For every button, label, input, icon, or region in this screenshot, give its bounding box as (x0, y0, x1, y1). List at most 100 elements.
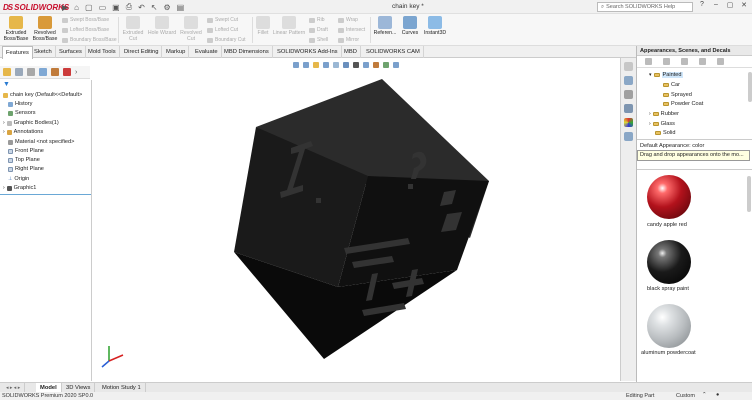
curves-button[interactable]: Curves (400, 16, 420, 36)
swept-boss-button[interactable]: Swept Boss/Base (62, 17, 109, 23)
print-icon[interactable]: ⎙ (126, 2, 132, 12)
linear-pattern-button[interactable]: Linear Pattern (272, 16, 306, 36)
tree-folder-powder-coat[interactable]: Powder Coat (663, 101, 703, 107)
tree-item-origin[interactable]: ⊥ Origin (8, 176, 29, 182)
tree-folder-rubber[interactable]: › Rubber (649, 111, 679, 117)
forward-icon[interactable] (663, 58, 670, 65)
boundary-cut-button[interactable]: Boundary Cut (207, 37, 246, 43)
revolved-cut-button[interactable]: Revolved Cut (179, 16, 203, 42)
extruded-cut-button[interactable]: Extruded Cut (121, 16, 145, 42)
tree-root-part[interactable]: chain key (Default<<Default> (3, 92, 82, 98)
tree-item-history[interactable]: History (8, 101, 32, 107)
tree-folder-solid[interactable]: Solid (655, 130, 675, 136)
help-icon[interactable]: ? (697, 1, 707, 12)
design-library-icon[interactable] (624, 76, 633, 85)
dynamic-annotation-icon[interactable] (333, 61, 339, 68)
wrap-button[interactable]: Wrap (338, 17, 358, 23)
tab-surfaces[interactable]: Surfaces (56, 46, 86, 58)
back-icon[interactable] (645, 58, 652, 65)
tab-mbd-dimensions[interactable]: MBD Dimensions (221, 46, 273, 58)
mirror-button[interactable]: Mirror (338, 37, 359, 43)
cam-manager-icon[interactable] (63, 68, 71, 76)
tab-direct-editing[interactable]: Direct Editing (121, 46, 163, 58)
select-icon[interactable]: ↖ (151, 3, 158, 12)
configuration-manager-icon[interactable] (27, 68, 35, 76)
property-manager-icon[interactable] (15, 68, 23, 76)
rebuild-status-icon[interactable]: ● (716, 392, 719, 398)
save-icon[interactable]: ▣ (112, 3, 120, 12)
tree-item-front-plane[interactable]: Front Plane (8, 148, 44, 154)
intersect-button[interactable]: Intersect (338, 27, 365, 33)
zoom-to-area-icon[interactable] (303, 61, 309, 68)
rebuild-icon[interactable]: ⚙ (164, 3, 171, 12)
panel-divider[interactable] (637, 139, 752, 140)
dimxpert-icon[interactable] (39, 68, 47, 76)
home-icon[interactable]: ⌂ (74, 3, 79, 12)
expand-arrow-icon[interactable]: › (3, 185, 5, 191)
apply-scene-icon[interactable] (383, 61, 389, 68)
view-orientation-icon[interactable] (343, 61, 349, 68)
file-explorer-icon[interactable] (624, 90, 633, 99)
zoom-to-fit-icon[interactable] (293, 61, 299, 68)
chevron-up-icon[interactable]: ⌃ (702, 392, 707, 398)
display-style-icon[interactable] (353, 61, 359, 68)
hide-show-items-icon[interactable] (363, 61, 369, 68)
undo-icon[interactable]: ↶ (138, 3, 145, 12)
tab-solidworks-cam[interactable]: SOLIDWORKS CAM (363, 46, 424, 58)
swept-cut-button[interactable]: Swept Cut (207, 17, 238, 23)
tree-item-top-plane[interactable]: Top Plane (8, 157, 40, 163)
black-spray-paint-swatch[interactable] (647, 240, 691, 284)
maximize-button[interactable]: ▢ (725, 1, 735, 12)
custom-properties-icon[interactable] (624, 132, 633, 141)
tree-item-annotations[interactable]: › Annotations (3, 129, 43, 135)
tab-markup[interactable]: Markup (163, 46, 190, 58)
tab-evaluate[interactable]: Evaluate (192, 46, 222, 58)
tree-folder-glass[interactable]: › Glass (649, 121, 675, 127)
tree-folder-painted[interactable]: ▾ Painted (649, 72, 683, 78)
tree-item-sensors[interactable]: Sensors (8, 110, 36, 116)
display-manager-icon[interactable] (51, 68, 59, 76)
lofted-cut-button[interactable]: Lofted Cut (207, 27, 238, 33)
collapse-arrow-icon[interactable]: ▾ (649, 72, 652, 78)
resources-icon[interactable] (624, 62, 633, 71)
aluminum-powdercoat-swatch[interactable] (647, 304, 691, 348)
options-icon[interactable]: ▤ (177, 3, 185, 12)
hole-wizard-button[interactable]: Hole Wizard (147, 16, 177, 36)
add-to-favorites-icon[interactable] (699, 58, 706, 65)
tab-solidworks-add-ins[interactable]: SOLIDWORKS Add-Ins (274, 46, 342, 58)
tree-folder-sprayed[interactable]: Sprayed (663, 92, 692, 98)
units-selector[interactable]: Custom (676, 393, 695, 399)
shell-button[interactable]: Shell (309, 37, 328, 43)
edit-appearance-icon[interactable] (373, 61, 379, 68)
boundary-boss-button[interactable]: Boundary Boss/Base (62, 37, 117, 43)
tree-item-material[interactable]: Material <not specified> (8, 139, 74, 145)
fillet-button[interactable]: Fillet (255, 16, 271, 36)
swatch-scrollbar[interactable] (747, 176, 751, 212)
extruded-boss-button[interactable]: Extruded Boss/Base (2, 16, 30, 42)
new-document-icon[interactable]: ▢ (85, 3, 93, 12)
view-palette-icon[interactable] (624, 104, 633, 113)
expand-arrow-icon[interactable]: › (3, 129, 5, 135)
close-button[interactable]: ✕ (739, 1, 749, 12)
section-view-icon[interactable] (323, 61, 329, 68)
tab-sketch[interactable]: Sketch (31, 46, 56, 58)
tree-item-right-plane[interactable]: Right Plane (8, 166, 44, 172)
minimize-button[interactable]: – (711, 1, 721, 12)
filter-icon[interactable]: ▼ (3, 81, 10, 88)
tree-scrollbar[interactable] (748, 72, 752, 102)
feature-tree-icon[interactable] (3, 68, 11, 76)
home-icon[interactable] (681, 58, 688, 65)
open-folder-icon[interactable]: ▭ (99, 3, 107, 12)
tree-folder-car[interactable]: Car (663, 82, 680, 88)
search-input[interactable]: ⌕ Search SOLIDWORKS Help (597, 2, 693, 12)
appearances-icon[interactable] (624, 118, 633, 127)
rib-button[interactable]: Rib (309, 17, 325, 23)
tab-mold-tools[interactable]: Mold Tools (85, 46, 120, 58)
expand-arrow-icon[interactable]: › (3, 120, 5, 126)
lofted-boss-button[interactable]: Lofted Boss/Base (62, 27, 109, 33)
tree-item-graphic-bodies[interactable]: › Graphic Bodies(1) (3, 120, 59, 126)
graphics-area[interactable] (92, 58, 634, 381)
expand-arrow-icon[interactable]: › (649, 121, 651, 127)
draft-button[interactable]: Draft (309, 27, 328, 33)
view-settings-icon[interactable] (393, 61, 399, 68)
